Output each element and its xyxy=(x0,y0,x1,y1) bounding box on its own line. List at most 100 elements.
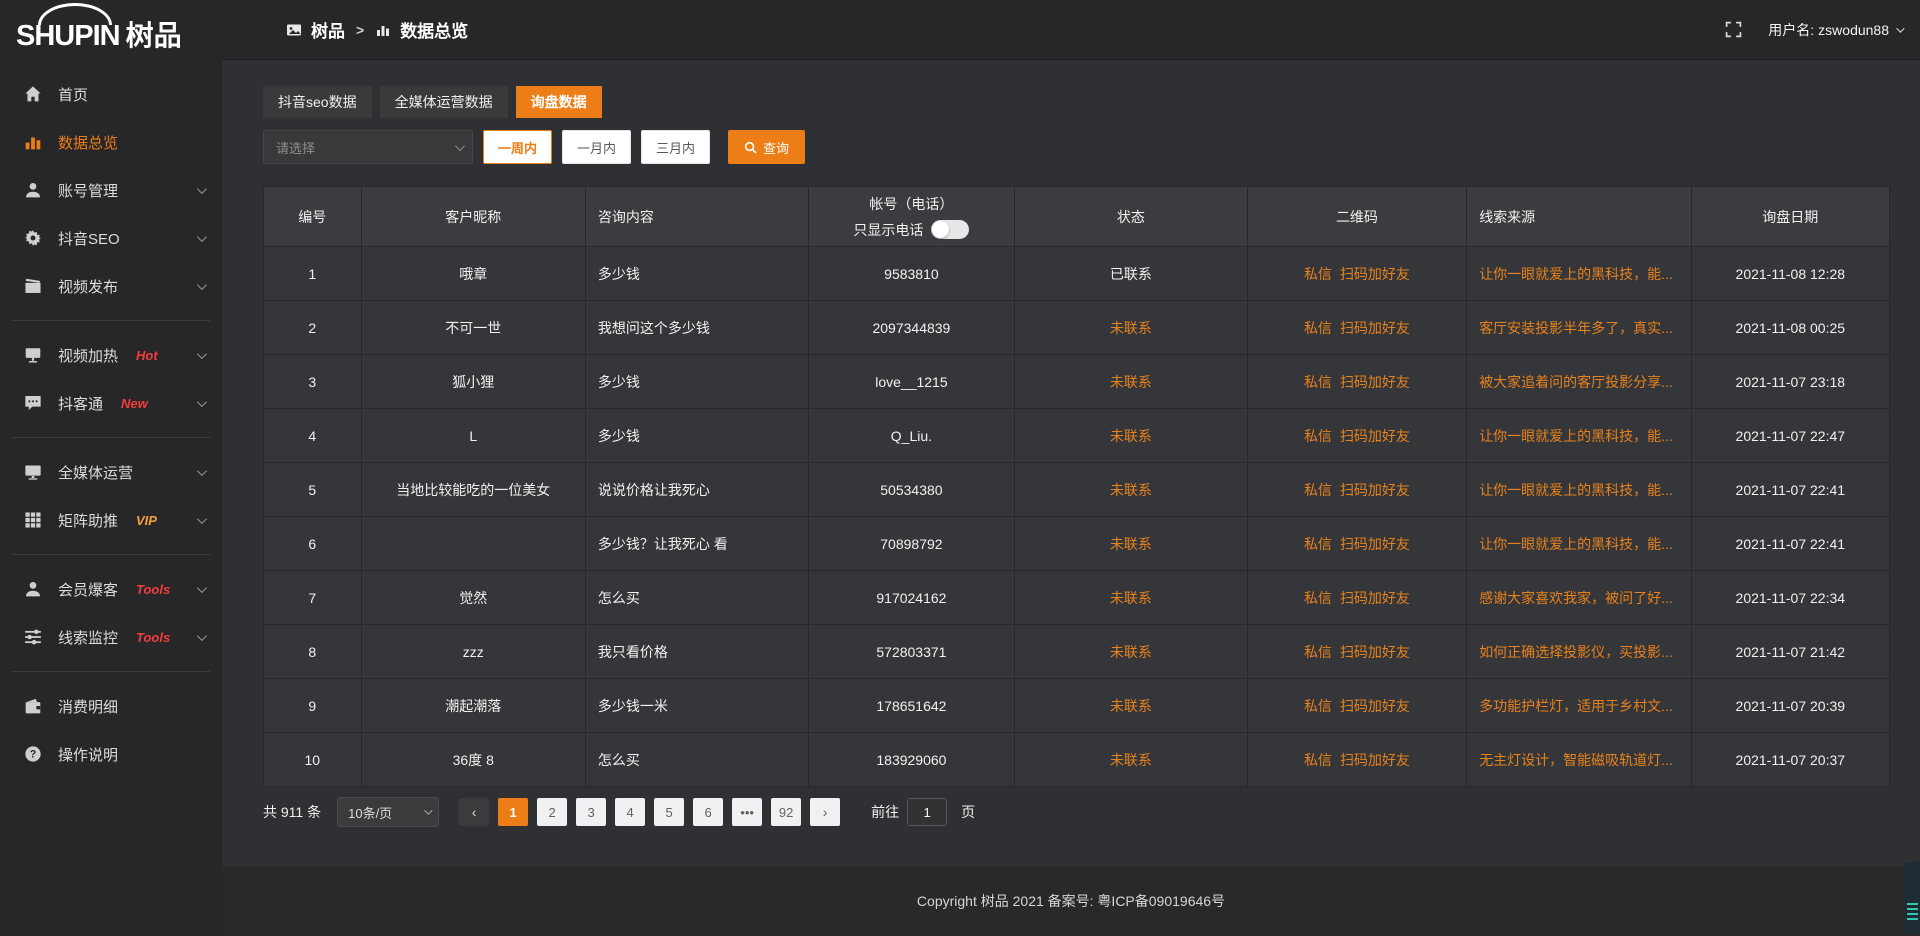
tab-2[interactable]: 询盘数据 xyxy=(516,86,602,118)
cell-date: 2021-11-07 22:47 xyxy=(1691,409,1889,463)
private-message-link[interactable]: 私信 xyxy=(1304,536,1332,552)
cell-source[interactable]: 让你一眼就爱上的黑科技，能... xyxy=(1467,247,1691,301)
sidebar-item-douketong[interactable]: 抖客通New xyxy=(0,379,222,427)
total-count: 共 911 条 xyxy=(263,802,321,822)
chevron-down-icon xyxy=(197,349,207,359)
cell-content: 多少钱一米 xyxy=(585,679,808,733)
cell-source[interactable]: 无主灯设计，智能磁吸轨道灯... xyxy=(1467,733,1691,787)
chevron-down-icon xyxy=(197,466,207,476)
scan-add-friend-link[interactable]: 扫码加好友 xyxy=(1340,590,1410,606)
query-button[interactable]: 查询 xyxy=(728,130,805,164)
sidebar-item-badge: VIP xyxy=(136,513,157,528)
user-icon xyxy=(24,181,42,199)
private-message-link[interactable]: 私信 xyxy=(1304,266,1332,282)
sidebar-item-data-overview[interactable]: 数据总览 xyxy=(0,118,222,166)
private-message-link[interactable]: 私信 xyxy=(1304,752,1332,768)
cell-status: 未联系 xyxy=(1015,733,1248,787)
page-button-2[interactable]: 2 xyxy=(537,798,567,826)
page-button-3[interactable]: 3 xyxy=(576,798,606,826)
filter-select[interactable]: 请选择 xyxy=(263,130,473,164)
cell-source[interactable]: 被大家追着问的客厅投影分享... xyxy=(1467,355,1691,409)
goto-page-input[interactable] xyxy=(907,798,947,826)
fullscreen-icon[interactable] xyxy=(1725,21,1742,38)
cell-source[interactable]: 让你一眼就爱上的黑科技，能... xyxy=(1467,409,1691,463)
sidebar-item-member-burst[interactable]: 会员爆客Tools xyxy=(0,565,222,613)
sidebar-item-douyin-seo[interactable]: 抖音SEO xyxy=(0,214,222,262)
page-button-1[interactable]: 1 xyxy=(498,798,528,826)
private-message-link[interactable]: 私信 xyxy=(1304,590,1332,606)
cell-source[interactable]: 让你一眼就爱上的黑科技，能... xyxy=(1467,517,1691,571)
sidebar-item-label: 全媒体运营 xyxy=(58,462,133,483)
next-page-button[interactable]: › xyxy=(810,798,840,826)
brand-logo[interactable]: SHUPIN树品 xyxy=(0,0,222,62)
sidebar-item-expense-detail[interactable]: 消费明细 xyxy=(0,682,222,730)
floating-widget[interactable] xyxy=(1905,862,1920,934)
user-menu[interactable]: 用户名: zswodun88 xyxy=(1768,20,1902,40)
breadcrumb-root[interactable]: 树品 xyxy=(311,17,345,42)
scan-add-friend-link[interactable]: 扫码加好友 xyxy=(1340,374,1410,390)
table-row: 7觉然怎么买917024162未联系私信扫码加好友感谢大家喜欢我家，被问了好..… xyxy=(264,571,1890,625)
tab-0[interactable]: 抖音seo数据 xyxy=(263,86,372,118)
sidebar-item-home[interactable]: 首页 xyxy=(0,70,222,118)
prev-page-button[interactable]: ‹ xyxy=(459,798,489,826)
sidebar-item-label: 数据总览 xyxy=(58,132,118,153)
sidebar-item-account[interactable]: 账号管理 xyxy=(0,166,222,214)
scan-add-friend-link[interactable]: 扫码加好友 xyxy=(1340,752,1410,768)
scan-add-friend-link[interactable]: 扫码加好友 xyxy=(1340,536,1410,552)
cell-qrcode: 私信扫码加好友 xyxy=(1247,571,1467,625)
scan-add-friend-link[interactable]: 扫码加好友 xyxy=(1340,428,1410,444)
phone-only-toggle[interactable] xyxy=(931,220,969,239)
private-message-link[interactable]: 私信 xyxy=(1304,320,1332,336)
cell-id: 1 xyxy=(264,247,362,301)
sidebar-item-clue-monitor[interactable]: 线索监控Tools xyxy=(0,613,222,661)
private-message-link[interactable]: 私信 xyxy=(1304,428,1332,444)
sidebar-item-video-publish[interactable]: 视频发布 xyxy=(0,262,222,310)
range-button-2[interactable]: 三月内 xyxy=(641,130,710,164)
cell-content: 我想问这个多少钱 xyxy=(585,301,808,355)
page-button-4[interactable]: 4 xyxy=(615,798,645,826)
cell-source[interactable]: 如何正确选择投影仪，买投影... xyxy=(1467,625,1691,679)
page-ellipsis-button[interactable]: ••• xyxy=(732,798,762,826)
cell-content: 我只看价格 xyxy=(585,625,808,679)
goto-label: 前往 xyxy=(871,802,899,822)
app-icon xyxy=(286,22,302,38)
page-size-select[interactable]: 10条/页 xyxy=(337,797,439,827)
table-row: 2不可一世我想问这个多少钱2097344839未联系私信扫码加好友客厅安装投影半… xyxy=(264,301,1890,355)
sidebar-item-label: 视频加热 xyxy=(58,345,118,366)
tab-1[interactable]: 全媒体运营数据 xyxy=(380,86,508,118)
scan-add-friend-link[interactable]: 扫码加好友 xyxy=(1340,266,1410,282)
cell-source[interactable]: 多功能护栏灯，适用于乡村文... xyxy=(1467,679,1691,733)
content: 抖音seo数据全媒体运营数据询盘数据 请选择 一周内一月内三月内 查询 编号客户… xyxy=(222,60,1920,866)
scan-add-friend-link[interactable]: 扫码加好友 xyxy=(1340,698,1410,714)
page-button-5[interactable]: 5 xyxy=(654,798,684,826)
cell-date: 2021-11-07 22:41 xyxy=(1691,517,1889,571)
page-button-6[interactable]: 6 xyxy=(693,798,723,826)
chevron-down-icon xyxy=(197,280,207,290)
cell-id: 9 xyxy=(264,679,362,733)
cell-content: 怎么买 xyxy=(585,571,808,625)
range-button-0[interactable]: 一周内 xyxy=(483,130,552,164)
sidebar-item-video-heat[interactable]: 视频加热Hot xyxy=(0,331,222,379)
cell-source[interactable]: 让你一眼就爱上的黑科技，能... xyxy=(1467,463,1691,517)
scan-add-friend-link[interactable]: 扫码加好友 xyxy=(1340,482,1410,498)
sidebar-item-help[interactable]: ?操作说明 xyxy=(0,730,222,778)
page-button-92[interactable]: 92 xyxy=(771,798,801,826)
wallet-icon xyxy=(24,697,42,715)
sidebar-item-media-operation[interactable]: 全媒体运营 xyxy=(0,448,222,496)
chart-icon xyxy=(375,22,391,38)
private-message-link[interactable]: 私信 xyxy=(1304,482,1332,498)
page-buttons: 123456 ••• 92 xyxy=(498,798,810,826)
private-message-link[interactable]: 私信 xyxy=(1304,698,1332,714)
scan-add-friend-link[interactable]: 扫码加好友 xyxy=(1340,644,1410,660)
scan-add-friend-link[interactable]: 扫码加好友 xyxy=(1340,320,1410,336)
range-button-1[interactable]: 一月内 xyxy=(562,130,631,164)
table-body: 1哦章多少钱9583810已联系私信扫码加好友让你一眼就爱上的黑科技，能...2… xyxy=(264,247,1890,787)
private-message-link[interactable]: 私信 xyxy=(1304,644,1332,660)
cell-source[interactable]: 感谢大家喜欢我家，被问了好... xyxy=(1467,571,1691,625)
sidebar-item-matrix-boost[interactable]: 矩阵助推VIP xyxy=(0,496,222,544)
cell-source[interactable]: 客厅安装投影半年多了，真实... xyxy=(1467,301,1691,355)
column-header-0: 编号 xyxy=(264,187,362,247)
sidebar-item-label: 账号管理 xyxy=(58,180,118,201)
cell-qrcode: 私信扫码加好友 xyxy=(1247,679,1467,733)
private-message-link[interactable]: 私信 xyxy=(1304,374,1332,390)
